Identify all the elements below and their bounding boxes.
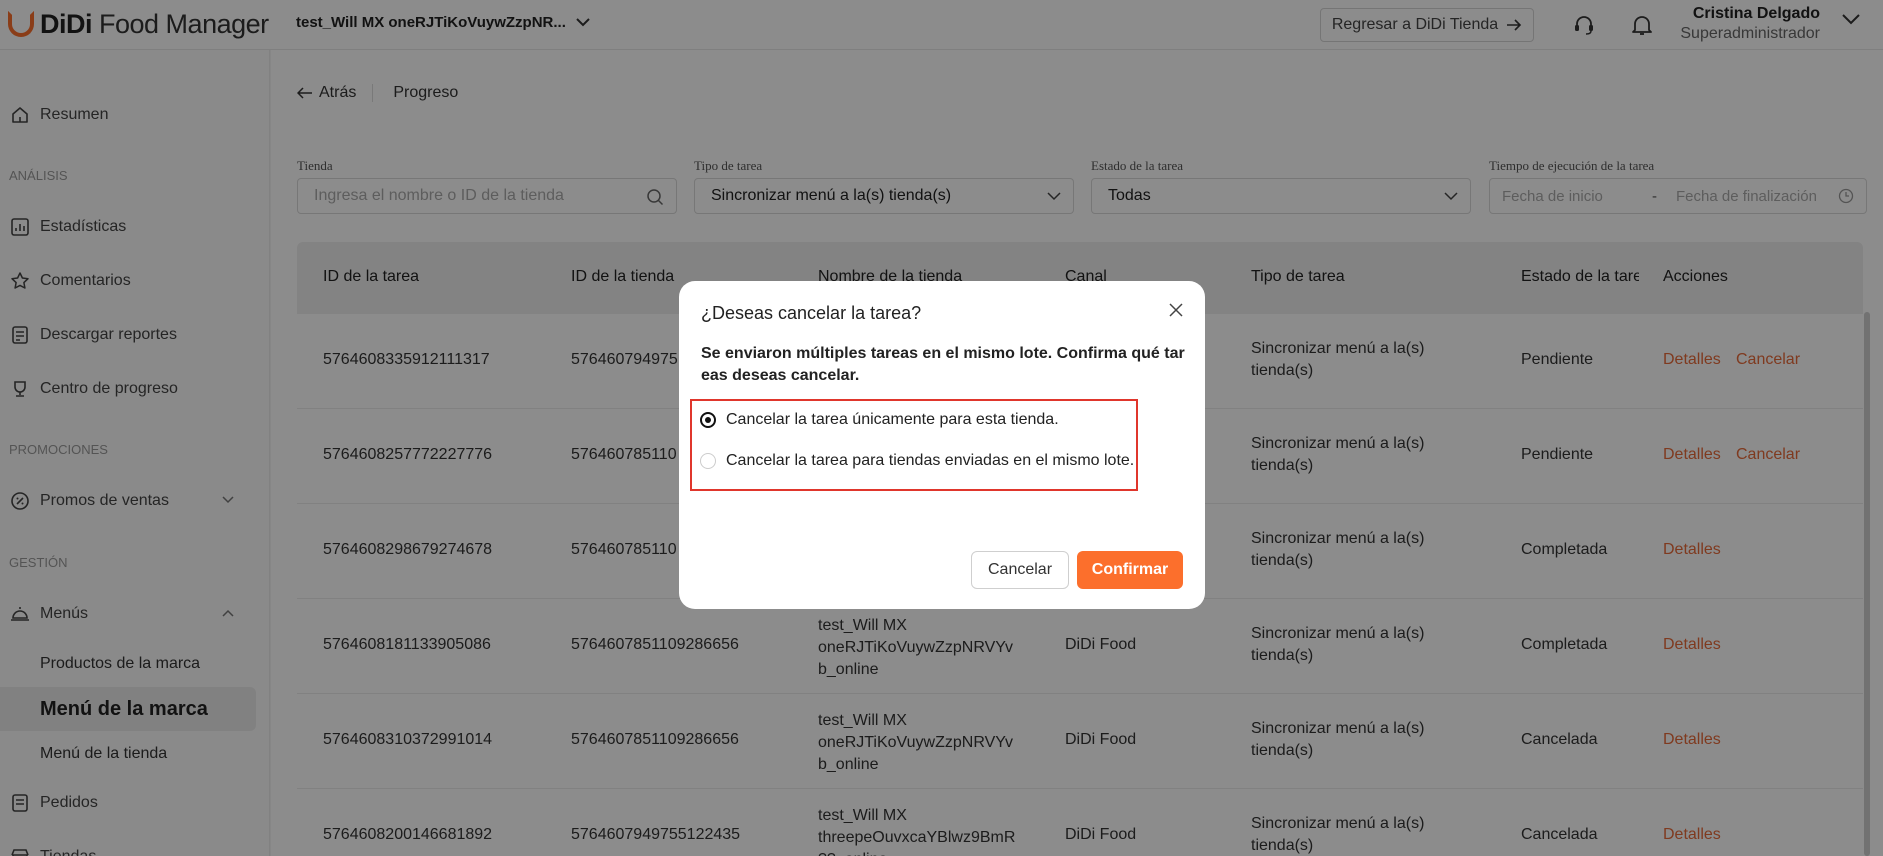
option-this-store[interactable]: Cancelar la tarea únicamente para esta t…: [700, 411, 1059, 429]
cancel-task-dialog: ¿Deseas cancelar la tarea? Se enviaron m…: [679, 281, 1205, 609]
dialog-description: Se enviaron múltiples tareas en el mismo…: [701, 345, 1185, 384]
close-icon: [1169, 303, 1183, 317]
cancel-options-group: Cancelar la tarea únicamente para esta t…: [690, 399, 1138, 491]
radio-checked-icon[interactable]: [700, 412, 716, 428]
confirm-button[interactable]: Confirmar: [1077, 551, 1183, 589]
option-same-batch[interactable]: Cancelar la tarea para tiendas enviadas …: [700, 452, 1134, 470]
radio-unchecked-icon[interactable]: [700, 453, 716, 469]
cancel-button[interactable]: Cancelar: [971, 551, 1069, 589]
close-button[interactable]: [1165, 299, 1187, 321]
dialog-title: ¿Deseas cancelar la tarea?: [701, 303, 922, 323]
